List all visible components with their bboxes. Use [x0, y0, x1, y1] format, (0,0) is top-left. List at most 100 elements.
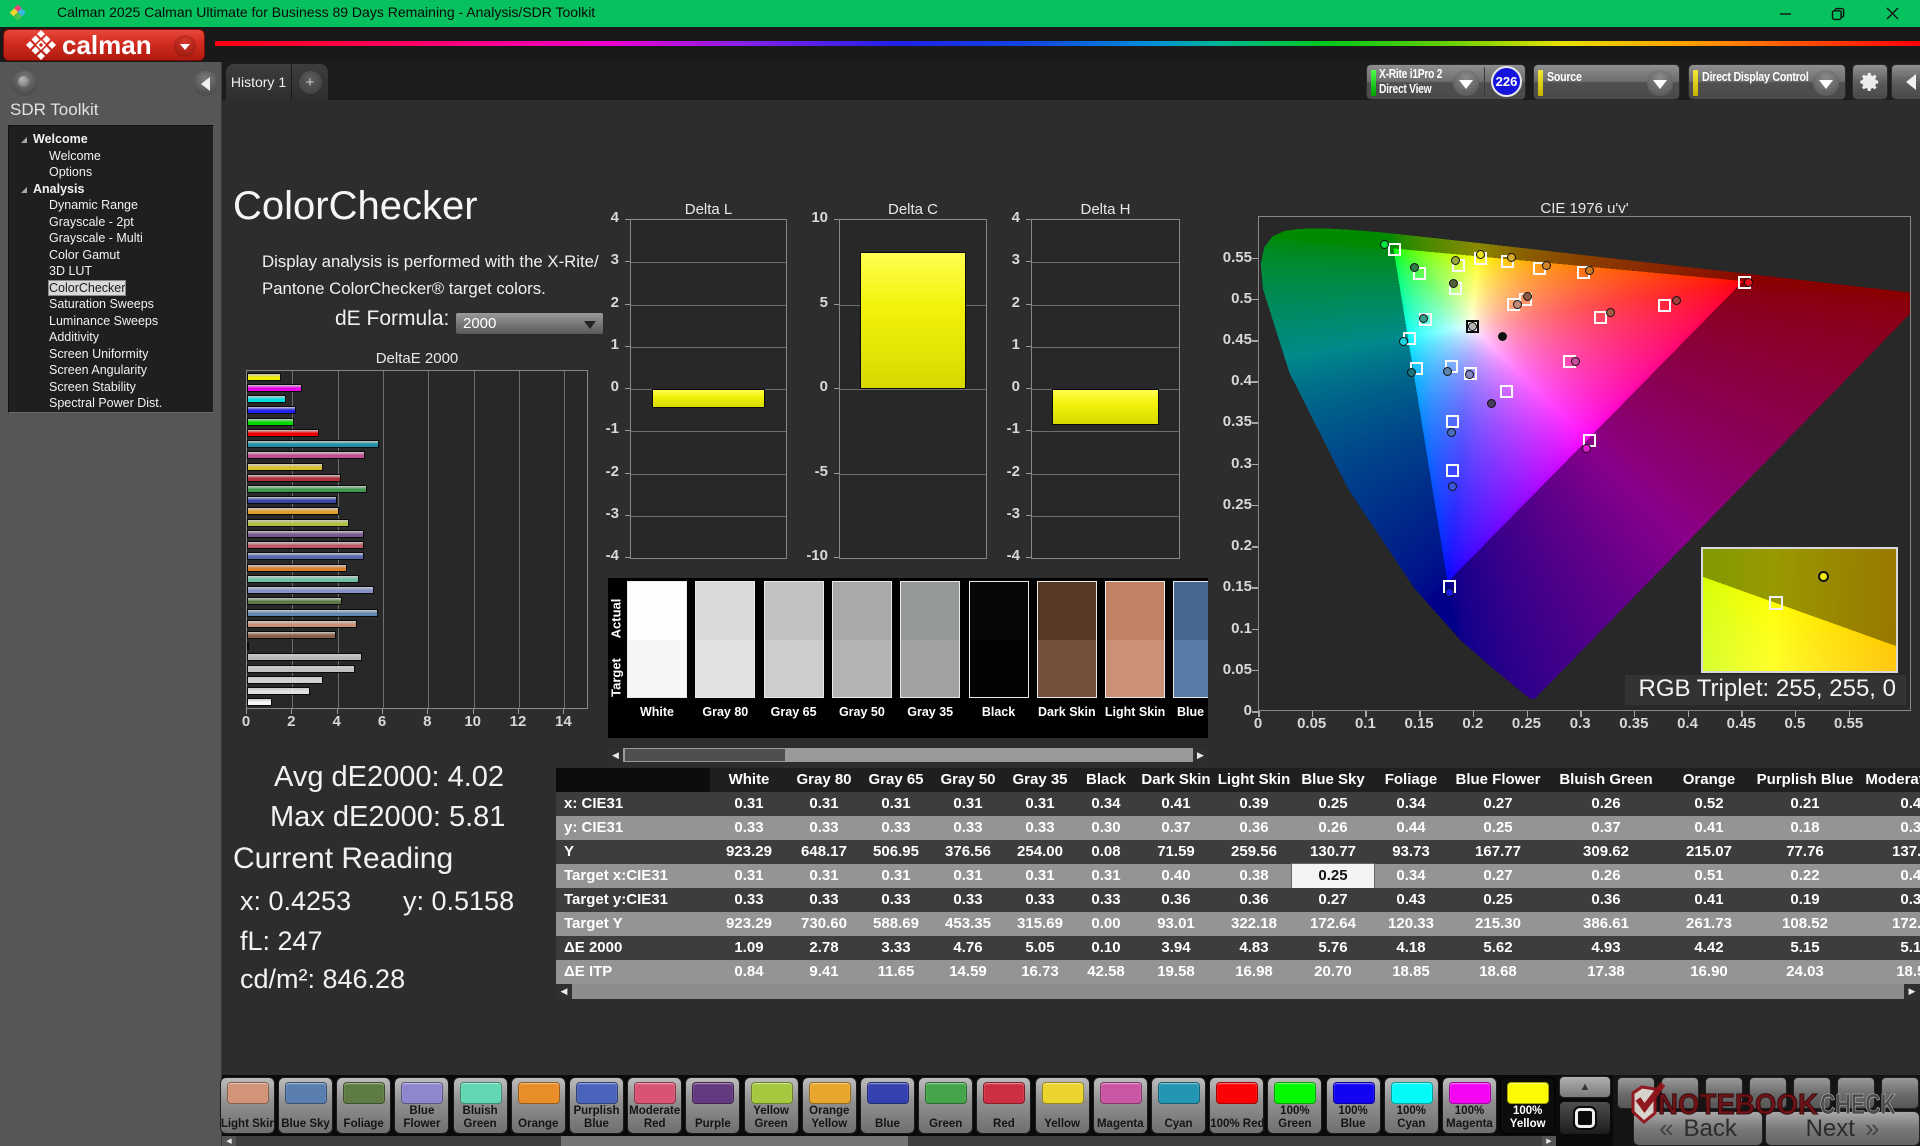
patch-button-blue[interactable]: Blue [860, 1077, 915, 1134]
table-cell[interactable]: 19.58 [1136, 960, 1216, 984]
table-cell[interactable]: 0.31 [1856, 888, 1920, 912]
column-header-blue-sky[interactable]: Blue Sky [1292, 768, 1374, 792]
column-header-bluish-green[interactable]: Bluish Green [1548, 768, 1664, 792]
table-cell[interactable]: 0.37 [1136, 816, 1216, 840]
table-cell[interactable]: 0.36 [1216, 888, 1292, 912]
patch-button-100-cyan[interactable]: 100% Cyan [1383, 1077, 1439, 1134]
table-cell[interactable]: 16.90 [1664, 960, 1754, 984]
patch-button-100-magenta[interactable]: 100% Magenta [1442, 1077, 1497, 1134]
table-cell[interactable]: 215.07 [1664, 840, 1754, 864]
table-cell[interactable]: 42.58 [1076, 960, 1136, 984]
column-header-gray-65[interactable]: Gray 65 [860, 768, 932, 792]
table-cell[interactable]: 1.09 [710, 936, 788, 960]
de-formula-select[interactable]: 2000 [455, 312, 604, 335]
scroll-left-arrow[interactable]: ◀ [608, 748, 623, 762]
close-button[interactable] [1869, 0, 1915, 27]
table-cell[interactable]: 0.25 [1292, 792, 1374, 816]
table-cell[interactable]: 3.33 [860, 936, 932, 960]
table-cell[interactable]: 3.94 [1136, 936, 1216, 960]
column-header-gray-50[interactable]: Gray 50 [932, 768, 1004, 792]
table-cell[interactable]: 77.76 [1754, 840, 1856, 864]
tree-item-saturation-sweeps[interactable]: Saturation Sweeps [9, 296, 213, 313]
patch-scroll-up-button[interactable]: ▲ [1559, 1076, 1611, 1098]
table-cell[interactable]: 0.38 [1216, 864, 1292, 888]
table-cell[interactable]: 4.76 [932, 936, 1004, 960]
table-cell[interactable]: 11.65 [860, 960, 932, 984]
table-cell[interactable]: 4.42 [1664, 936, 1754, 960]
table-scrollbar[interactable]: ◀ ▶ [556, 984, 1920, 999]
scroll-right-arrow[interactable]: ▶ [1904, 984, 1920, 999]
meter-dropdown[interactable]: X-Rite i1Pro 2 Direct View 226 [1366, 64, 1526, 100]
patch-button-moderate-red[interactable]: Moderate Red [627, 1077, 683, 1134]
table-cell[interactable]: 0.33 [788, 888, 860, 912]
table-cell[interactable]: 0.33 [1004, 888, 1076, 912]
table-cell[interactable]: 0.25 [1291, 863, 1375, 889]
tree-item-welcome[interactable]: Welcome [9, 148, 213, 165]
scroll-left-arrow[interactable]: ◀ [556, 984, 572, 999]
table-cell[interactable]: 93.73 [1374, 840, 1448, 864]
table-cell[interactable]: 0.30 [1076, 816, 1136, 840]
column-header-foliage[interactable]: Foliage [1374, 768, 1448, 792]
table-cell[interactable]: 137.69 [1856, 840, 1920, 864]
table-cell[interactable]: 322.18 [1216, 912, 1292, 936]
patch-button-magenta[interactable]: Magenta [1092, 1077, 1148, 1134]
table-cell[interactable]: 0.31 [1004, 864, 1076, 888]
table-cell[interactable]: 0.39 [1216, 792, 1292, 816]
table-cell[interactable]: 588.69 [860, 912, 932, 936]
table-cell[interactable]: 0.31 [1004, 792, 1076, 816]
tree-item-3d-lut[interactable]: 3D LUT [9, 263, 213, 280]
patch-button-red[interactable]: Red [976, 1077, 1032, 1134]
patch-scrollbar[interactable]: ◀ ▶ [222, 1136, 1556, 1146]
table-cell[interactable]: 0.31 [860, 792, 932, 816]
table-cell[interactable]: 261.73 [1664, 912, 1754, 936]
column-header-black[interactable]: Black [1076, 768, 1136, 792]
column-header-moderate-red[interactable]: Moderate Red [1856, 768, 1920, 792]
sidebar-collapse-button[interactable] [193, 71, 218, 96]
patch-button-light-skin[interactable]: Light Skin [219, 1077, 275, 1134]
table-cell[interactable]: 0.08 [1076, 840, 1136, 864]
table-cell[interactable]: 453.35 [932, 912, 1004, 936]
patch-button-cyan[interactable]: Cyan [1151, 1077, 1206, 1134]
tree-item-screen-stability[interactable]: Screen Stability [9, 379, 213, 396]
table-cell[interactable]: 0.36 [1136, 888, 1216, 912]
table-cell[interactable]: 254.00 [1004, 840, 1076, 864]
tree-item-grayscale-multi[interactable]: Grayscale - Multi [9, 230, 213, 247]
expand-panel-button[interactable] [1891, 64, 1920, 100]
table-cell[interactable]: 18.85 [1374, 960, 1448, 984]
table-cell[interactable]: 0.25 [1448, 816, 1548, 840]
source-dropdown[interactable]: Source [1533, 64, 1680, 100]
patch-button-bluish-green[interactable]: Bluish Green [452, 1077, 508, 1134]
patch-button-100-red[interactable]: 100% Red [1209, 1077, 1265, 1134]
table-cell[interactable]: 5.62 [1448, 936, 1548, 960]
table-cell[interactable]: 0.31 [860, 864, 932, 888]
column-header-gray-35[interactable]: Gray 35 [1004, 768, 1076, 792]
column-header-orange[interactable]: Orange [1664, 768, 1754, 792]
table-cell[interactable]: 0.19 [1754, 888, 1856, 912]
table-cell[interactable]: 0.32 [1856, 816, 1920, 840]
tree-item-screen-angularity[interactable]: Screen Angularity [9, 362, 213, 379]
table-cell[interactable]: 0.26 [1292, 816, 1374, 840]
table-cell[interactable]: 130.77 [1292, 840, 1374, 864]
logo-dropdown-icon[interactable] [174, 35, 196, 57]
patch-button-purple[interactable]: Purple [685, 1077, 741, 1134]
table-cell[interactable]: 0.84 [710, 960, 788, 984]
table-cell[interactable]: 108.52 [1754, 912, 1856, 936]
table-cell[interactable]: 0.33 [932, 816, 1004, 840]
stop-button[interactable] [1559, 1101, 1611, 1135]
patch-button-purplish-blue[interactable]: Purplish Blue [569, 1077, 624, 1134]
table-cell[interactable]: 0.41 [1664, 816, 1754, 840]
table-cell[interactable]: 730.60 [788, 912, 860, 936]
patch-button-100-blue[interactable]: 100% Blue [1325, 1077, 1381, 1134]
tree-item-colorchecker[interactable]: ColorChecker [9, 279, 213, 297]
table-cell[interactable]: 0.26 [1548, 792, 1664, 816]
column-header-blue-flower[interactable]: Blue Flower [1448, 768, 1548, 792]
patch-button-orange-yellow[interactable]: Orange Yellow [801, 1077, 857, 1134]
table-cell[interactable]: 0.36 [1216, 816, 1292, 840]
table-cell[interactable]: 648.17 [788, 840, 860, 864]
tree-item-color-gamut[interactable]: Color Gamut [9, 247, 213, 264]
table-cell[interactable]: 0.31 [710, 792, 788, 816]
table-cell[interactable]: 923.29 [710, 840, 788, 864]
calman-menu-button[interactable]: calman [3, 29, 205, 61]
table-cell[interactable]: 0.31 [788, 864, 860, 888]
table-cell[interactable]: 0.31 [788, 792, 860, 816]
